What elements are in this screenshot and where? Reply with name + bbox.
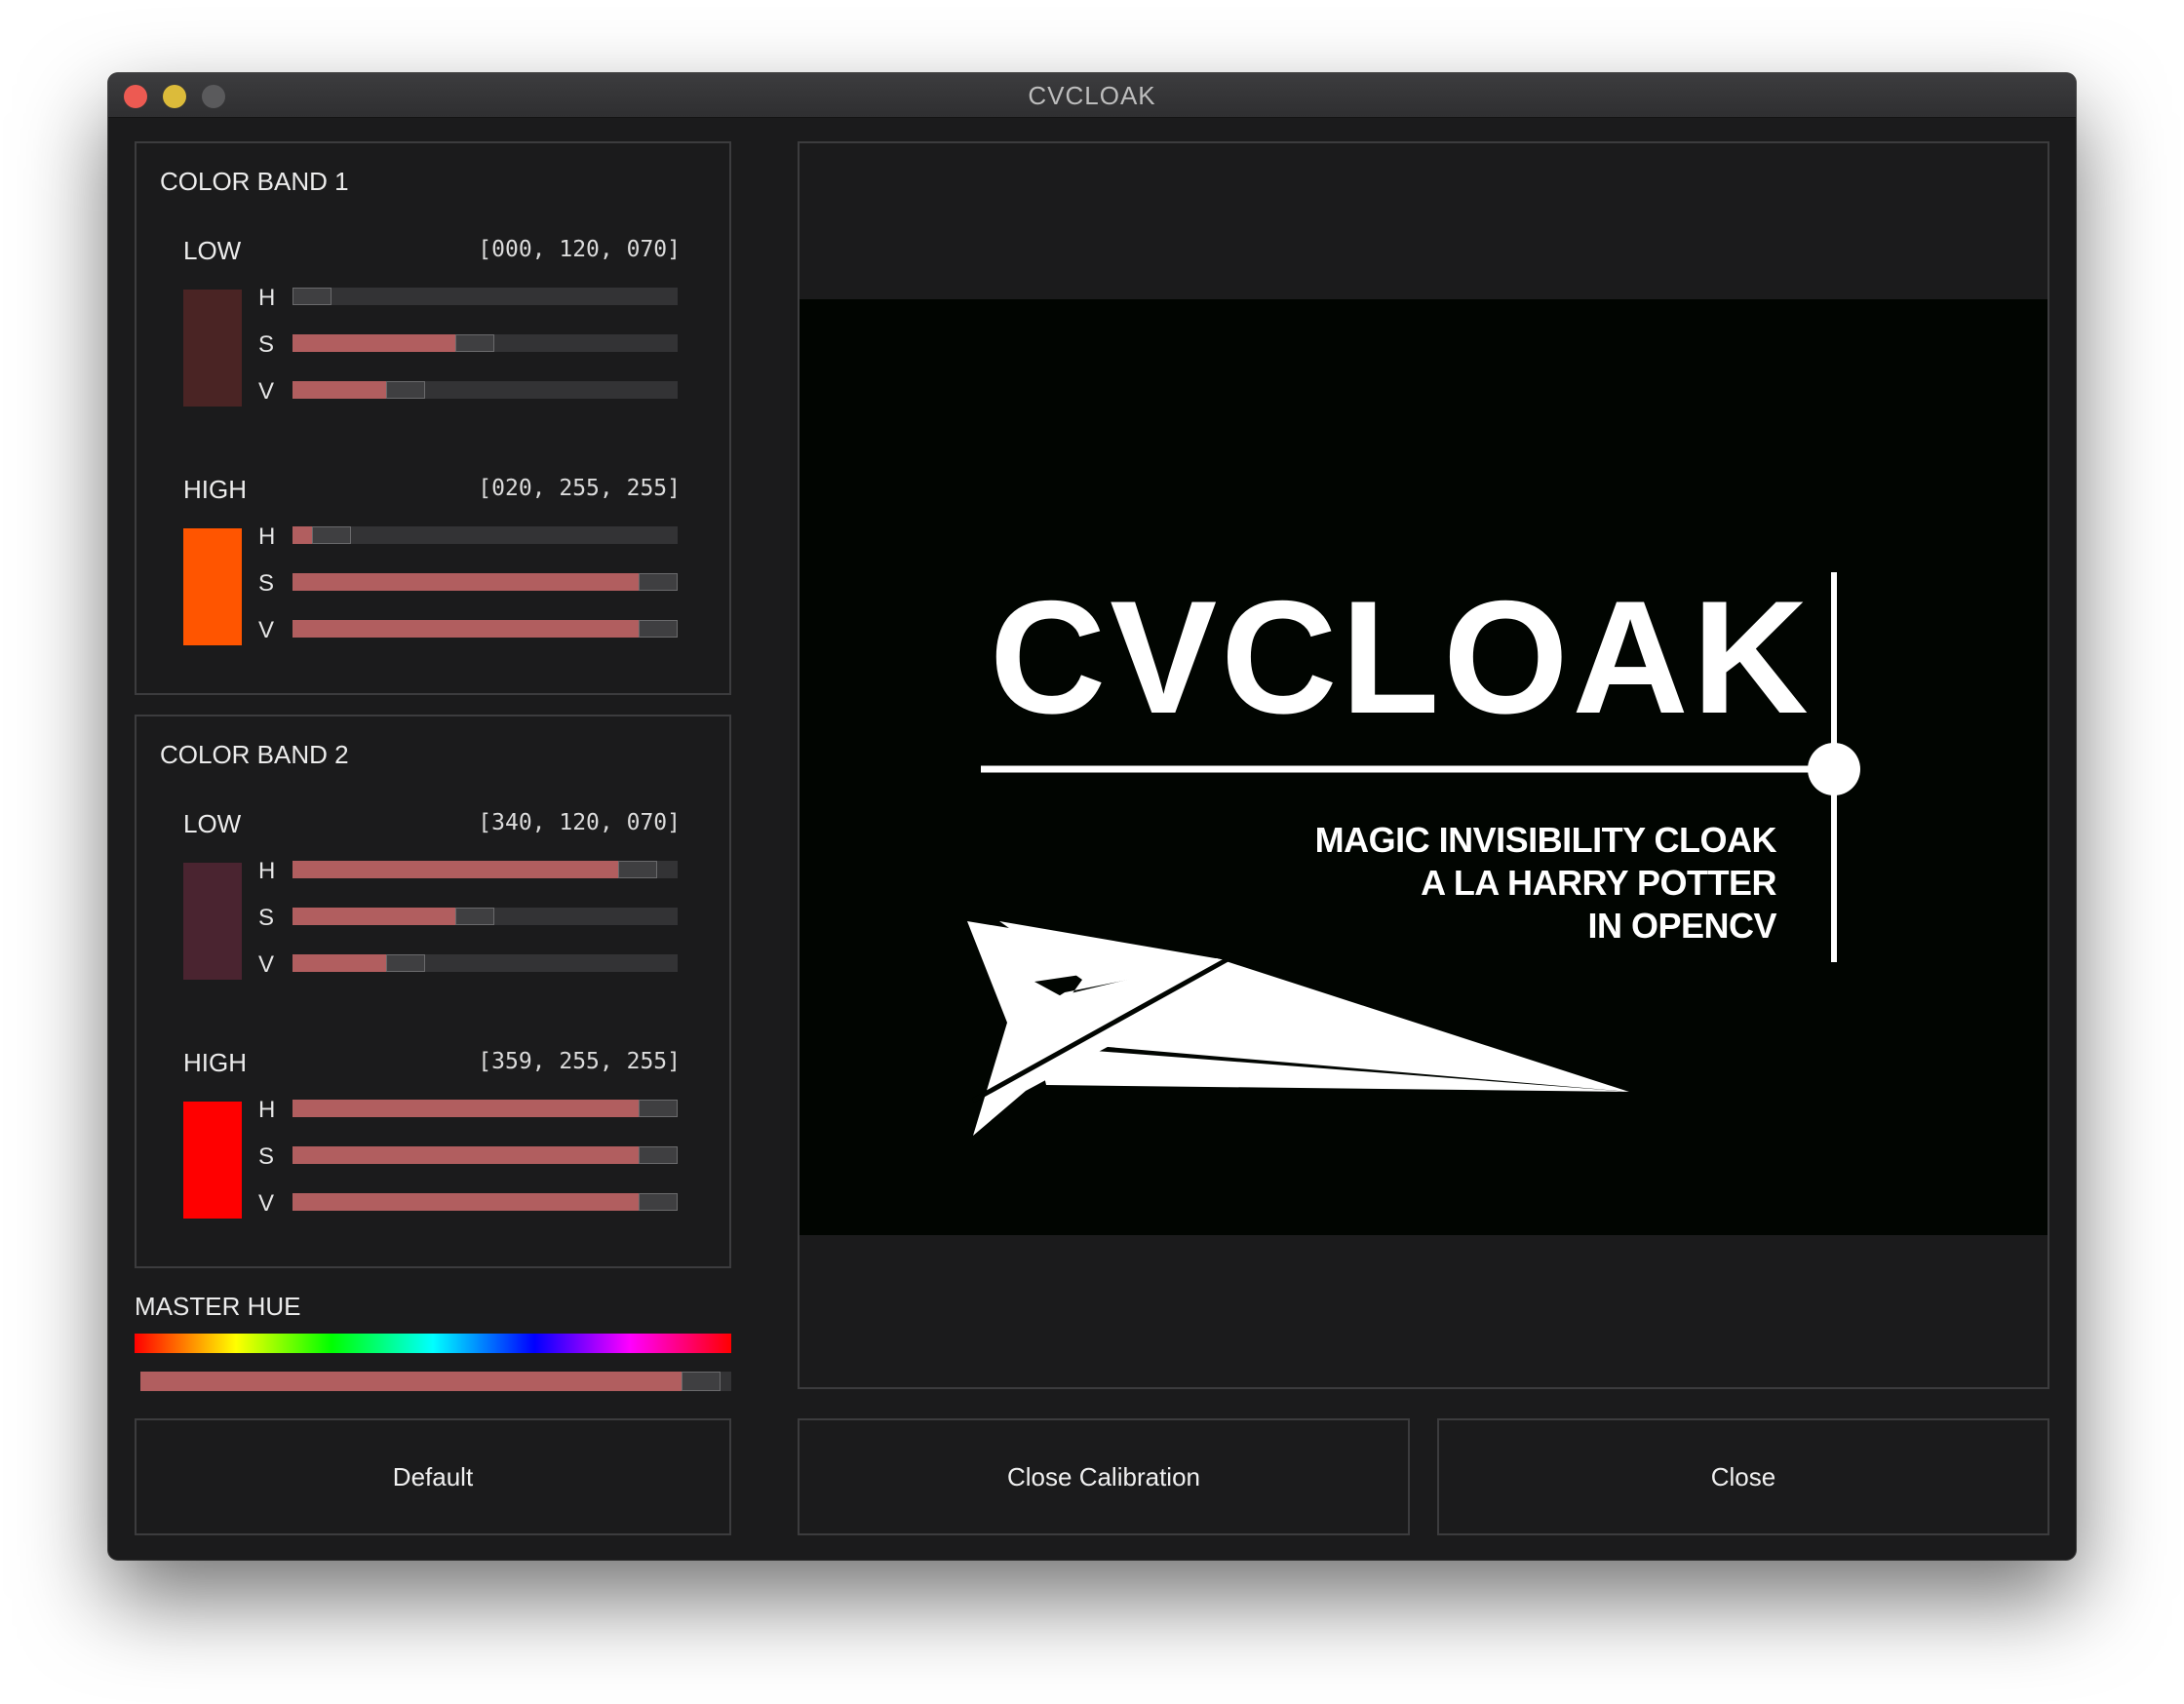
tagline-line-1: MAGIC INVISIBILITY CLOAK (1314, 820, 1777, 860)
default-button[interactable]: Default (135, 1418, 731, 1535)
tagline-line-2: A LA HARRY POTTER (1421, 863, 1776, 903)
master-hue-label: MASTER HUE (135, 1292, 301, 1321)
band2-low-v-label: V (258, 951, 275, 978)
band1-high-h-slider[interactable] (292, 526, 678, 544)
band2-low-h-label: H (258, 858, 276, 884)
band1-high-s-slider[interactable] (292, 573, 678, 591)
band2-low-h-slider[interactable] (292, 861, 678, 878)
master-hue-spectrum (135, 1334, 731, 1353)
band2-high-v-slider[interactable] (292, 1193, 678, 1211)
band1-low-value: [000, 120, 070] (478, 237, 681, 262)
title-bar: CVCLOAK (108, 73, 2076, 118)
band1-low-v-label: V (258, 378, 275, 405)
logo-graphic (967, 572, 1860, 1136)
window-title: CVCLOAK (1028, 81, 1156, 110)
slider-handle[interactable] (312, 526, 351, 544)
band2-low-s-label: S (258, 905, 275, 931)
slider-handle[interactable] (292, 288, 332, 305)
band2-high-value: [359, 255, 255] (478, 1049, 681, 1074)
band1-low-swatch (183, 290, 242, 407)
slider-handle[interactable] (682, 1372, 721, 1391)
close-button[interactable]: Close (1437, 1418, 2049, 1535)
logo-title: CVCLOAK (990, 567, 1813, 747)
band1-low-s-label: S (258, 331, 275, 358)
band2-high-swatch (183, 1102, 242, 1219)
color-band-1-panel: COLOR BAND 1 LOW [000, 120, 070] H S V H… (135, 141, 731, 695)
slider-handle[interactable] (639, 1100, 678, 1117)
tagline-line-3: IN OPENCV (1587, 906, 1776, 946)
band2-high-s-slider[interactable] (292, 1146, 678, 1164)
slider-handle[interactable] (639, 1146, 678, 1164)
band2-low-v-slider[interactable] (292, 954, 678, 972)
slider-handle[interactable] (639, 1193, 678, 1211)
band2-high-h-label: H (258, 1097, 276, 1123)
master-hue-slider[interactable] (140, 1372, 731, 1391)
band2-high-v-label: V (258, 1190, 275, 1217)
band1-high-swatch (183, 528, 242, 645)
slider-handle[interactable] (386, 381, 425, 399)
band1-high-value: [020, 255, 255] (478, 476, 681, 501)
band1-low-s-slider[interactable] (292, 334, 678, 352)
color-band-2-panel: COLOR BAND 2 LOW [340, 120, 070] H S V H… (135, 715, 731, 1268)
band2-high-label: HIGH (183, 1048, 247, 1077)
preview-panel: CVCLOAK MAGIC INVISIBILITY CLOAK A LA HA… (798, 141, 2049, 1389)
band2-low-value: [340, 120, 070] (478, 810, 681, 835)
band1-high-v-slider[interactable] (292, 620, 678, 638)
band2-low-swatch (183, 863, 242, 980)
color-band-1-title: COLOR BAND 1 (160, 167, 349, 196)
band2-high-h-slider[interactable] (292, 1100, 678, 1117)
close-calibration-button[interactable]: Close Calibration (798, 1418, 1410, 1535)
band1-low-label: LOW (183, 236, 242, 265)
camera-preview: CVCLOAK MAGIC INVISIBILITY CLOAK A LA HA… (800, 299, 2048, 1235)
slider-handle[interactable] (455, 908, 494, 925)
slider-handle[interactable] (386, 954, 425, 972)
band1-high-label: HIGH (183, 475, 247, 504)
band1-low-h-label: H (258, 285, 276, 311)
band2-low-label: LOW (183, 809, 242, 838)
app-window: CVCLOAK COLOR BAND 1 LOW [000, 120, 070]… (108, 73, 2076, 1560)
color-band-2-title: COLOR BAND 2 (160, 740, 349, 769)
band1-low-h-slider[interactable] (292, 288, 678, 305)
logo-tagline: MAGIC INVISIBILITY CLOAK A LA HARRY POTT… (1314, 819, 1777, 948)
slider-handle[interactable] (639, 573, 678, 591)
slider-handle[interactable] (639, 620, 678, 638)
slider-handle[interactable] (618, 861, 657, 878)
band1-low-v-slider[interactable] (292, 381, 678, 399)
band2-high-s-label: S (258, 1143, 275, 1170)
band1-high-v-label: V (258, 617, 275, 643)
band2-low-s-slider[interactable] (292, 908, 678, 925)
band1-high-s-label: S (258, 570, 275, 597)
band1-high-h-label: H (258, 523, 276, 550)
slider-handle[interactable] (455, 334, 494, 352)
